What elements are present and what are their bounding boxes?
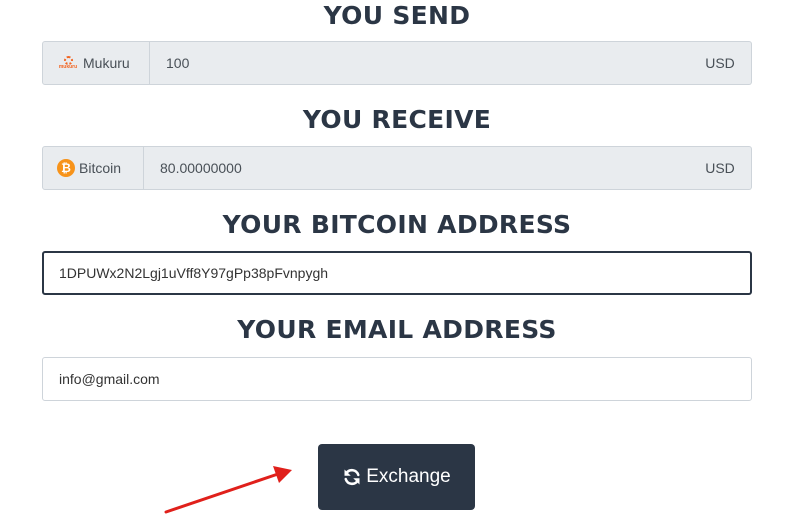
send-provider-addon[interactable]: mukuru Mukuru	[42, 41, 150, 85]
receive-provider-label: Bitcoin	[79, 160, 122, 176]
send-input-group: mukuru Mukuru 100 USD	[42, 41, 752, 85]
receive-provider-addon[interactable]: ₿ Bitcoin	[42, 146, 144, 190]
receive-amount-field: 80.00000000	[144, 146, 689, 190]
send-currency-addon: USD	[689, 41, 752, 85]
you-send-heading: YOU SEND	[323, 1, 471, 30]
bitcoin-address-input[interactable]	[42, 251, 752, 295]
mukuru-logo-icon: mukuru	[57, 56, 79, 70]
send-amount-field[interactable]: 100	[150, 41, 689, 85]
you-receive-heading: YOU RECEIVE	[302, 105, 492, 134]
bitcoin-icon: ₿	[57, 159, 75, 177]
exchange-button[interactable]: Exchange	[318, 444, 475, 510]
exchange-button-label: Exchange	[366, 466, 451, 487]
refresh-icon	[344, 468, 360, 486]
receive-currency-addon: USD	[689, 146, 752, 190]
bitcoin-address-heading: YOUR BITCOIN ADDRESS	[222, 210, 572, 239]
email-input[interactable]	[42, 357, 752, 401]
annotation-arrow-icon	[164, 466, 292, 514]
receive-input-group: ₿ Bitcoin 80.00000000 USD	[42, 146, 752, 190]
send-provider-label: Mukuru	[83, 55, 130, 71]
email-address-heading: YOUR EMAIL ADDRESS	[237, 315, 557, 344]
